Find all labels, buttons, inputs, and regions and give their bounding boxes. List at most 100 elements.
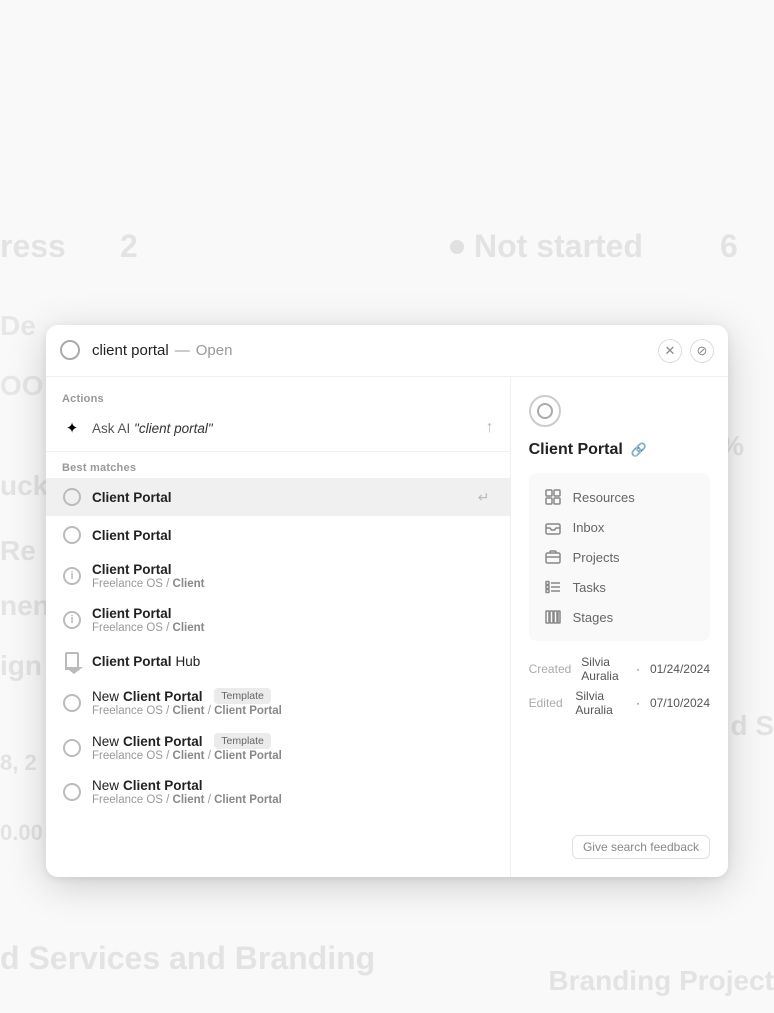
search-circle-icon (60, 340, 80, 360)
edited-date: 07/10/2024 (650, 696, 710, 710)
search-separator: — (175, 342, 190, 359)
preview-card-row: Stages (543, 607, 696, 627)
result-title: Client Portal (92, 606, 494, 621)
result-highlight: Client Portal (92, 606, 172, 621)
inbox-label: Inbox (573, 520, 605, 535)
result-item[interactable]: New Client Portal Freelance OS / Client … (46, 770, 510, 814)
preview-icon (529, 395, 561, 427)
created-row: Created Silvia Auralia · 01/24/2024 (529, 655, 710, 683)
projects-label: Projects (573, 550, 620, 565)
preview-header (529, 395, 710, 427)
template-badge: Template (214, 688, 271, 704)
projects-icon (543, 547, 563, 567)
result-item[interactable]: i Client Portal Freelance OS / Client (46, 554, 510, 598)
section-divider (46, 451, 510, 452)
best-matches-label: Best matches (46, 456, 510, 478)
result-title: Client Portal (92, 490, 464, 505)
result-title: Client Portal (92, 562, 494, 577)
edited-row: Edited Silvia Auralia · 07/10/2024 (529, 689, 710, 717)
info-icon: i (63, 611, 81, 629)
result-content: Client Portal Freelance OS / Client (92, 606, 494, 634)
result-highlight: Client Portal (92, 528, 172, 543)
result-item[interactable]: New Client Portal Template Freelance OS … (46, 680, 510, 725)
result-prefix: New (92, 778, 119, 793)
result-highlight: Client Portal (92, 562, 172, 577)
search-modal: client portal — Open ✕ ⊘ Actions ✦ Ask A… (46, 325, 728, 877)
result-breadcrumb: Freelance OS / Client / Client Portal (92, 794, 494, 806)
circle-icon (63, 488, 81, 506)
modal-body: Actions ✦ Ask AI "client portal" ↑ Best … (46, 377, 728, 877)
result-content: New Client Portal Template Freelance OS … (92, 733, 494, 762)
search-options-button[interactable]: ⊘ (690, 339, 714, 363)
edited-separator: · (636, 696, 640, 710)
result-item[interactable]: New Client Portal Template Freelance OS … (46, 725, 510, 770)
preview-meta: Created Silvia Auralia · 01/24/2024 Edit… (529, 655, 710, 717)
edited-author: Silvia Auralia (575, 689, 626, 717)
circle-icon (63, 526, 81, 544)
preview-panel: Client Portal 🔗 Resources (511, 377, 728, 877)
preview-title: Client Portal (529, 441, 623, 459)
result-content: Client Portal Hub (92, 654, 494, 669)
ask-ai-item[interactable]: ✦ Ask AI "client portal" ↑ (46, 409, 510, 447)
created-label: Created (529, 662, 572, 676)
search-input[interactable]: client portal — Open (92, 342, 648, 359)
result-highlight: Client Portal (123, 734, 203, 749)
search-context-text: Open (196, 342, 233, 359)
preview-link-icon: 🔗 (631, 442, 647, 458)
result-icon-circle (62, 738, 82, 758)
result-highlight: Client Portal (92, 654, 172, 669)
preview-circle-icon (537, 403, 553, 419)
circle-icon (63, 739, 81, 757)
circle-icon (63, 694, 81, 712)
info-icon: i (63, 567, 81, 585)
result-breadcrumb: Freelance OS / Client / Client Portal (92, 705, 494, 717)
result-item[interactable]: Client Portal (46, 516, 510, 554)
ask-ai-icon: ✦ (62, 418, 82, 438)
result-prefix: New (92, 689, 119, 704)
created-separator: · (636, 662, 640, 676)
tasks-icon (543, 577, 563, 597)
feedback-area: Give search feedback (529, 835, 710, 859)
give-feedback-button[interactable]: Give search feedback (572, 835, 710, 859)
resources-label: Resources (573, 490, 635, 505)
preview-card-row: Inbox (543, 517, 696, 537)
template-badge: Template (214, 733, 271, 749)
preview-title-row: Client Portal 🔗 (529, 441, 710, 459)
bookmark-icon (65, 652, 79, 670)
result-breadcrumb: Freelance OS / Client (92, 622, 494, 634)
result-title: New Client Portal Template (92, 733, 494, 749)
ask-ai-query: "client portal" (134, 421, 213, 436)
result-item[interactable]: Client Portal Hub (46, 642, 510, 680)
created-author: Silvia Auralia (581, 655, 626, 683)
clear-search-button[interactable]: ✕ (658, 339, 682, 363)
left-panel: Actions ✦ Ask AI "client portal" ↑ Best … (46, 377, 511, 877)
result-highlight: Client Portal (92, 490, 172, 505)
stages-label: Stages (573, 610, 613, 625)
result-item[interactable]: i Client Portal Freelance OS / Client (46, 598, 510, 642)
result-icon-bookmark (62, 651, 82, 671)
inbox-icon (543, 517, 563, 537)
edited-label: Edited (529, 696, 566, 710)
result-prefix: New (92, 734, 119, 749)
result-icon-info: i (62, 610, 82, 630)
result-content: Client Portal (92, 490, 464, 505)
search-query-text: client portal (92, 342, 169, 359)
search-bar: client portal — Open ✕ ⊘ (46, 325, 728, 377)
created-date: 01/24/2024 (650, 662, 710, 676)
preview-card-row: Projects (543, 547, 696, 567)
search-actions: ✕ ⊘ (658, 339, 714, 363)
result-suffix: Hub (176, 654, 201, 669)
grid-icon (543, 487, 563, 507)
result-item[interactable]: Client Portal ↵ (46, 478, 510, 516)
circle-icon (63, 783, 81, 801)
result-content: Client Portal Freelance OS / Client (92, 562, 494, 590)
result-content: New Client Portal Template Freelance OS … (92, 688, 494, 717)
stages-icon (543, 607, 563, 627)
result-highlight: Client Portal (123, 689, 203, 704)
tasks-label: Tasks (573, 580, 606, 595)
actions-section-label: Actions (46, 387, 510, 409)
result-title: New Client Portal Template (92, 688, 494, 704)
result-icon-info: i (62, 566, 82, 586)
preview-card-row: Resources (543, 487, 696, 507)
result-icon-circle (62, 487, 82, 507)
